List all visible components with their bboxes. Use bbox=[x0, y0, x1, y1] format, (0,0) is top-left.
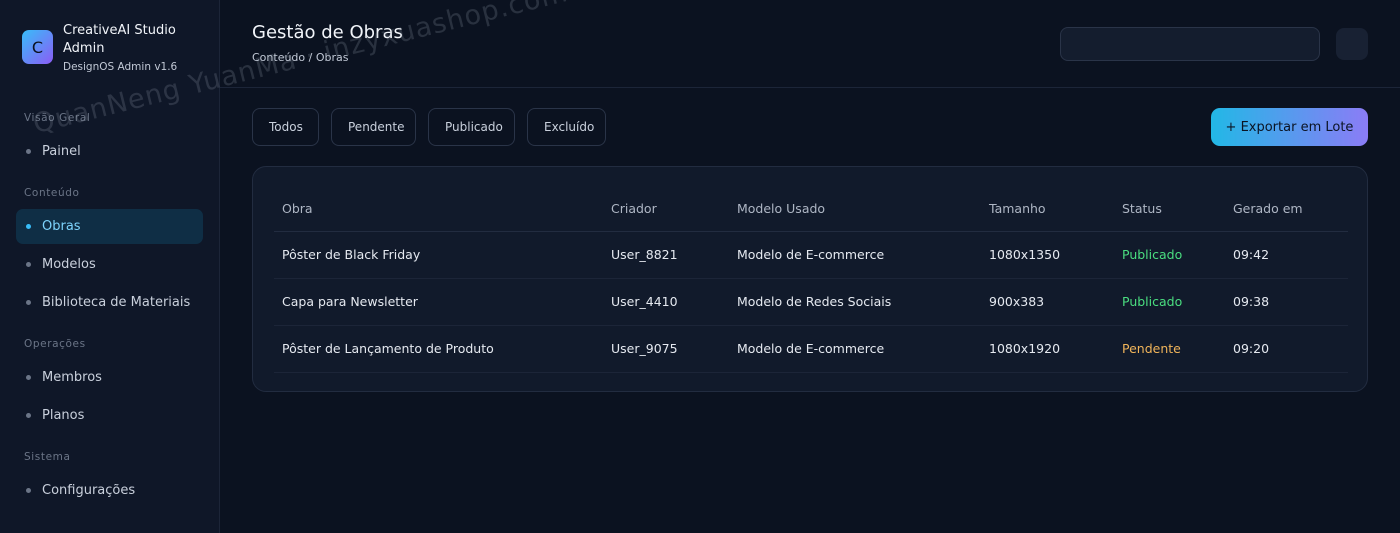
section-label-overview: Visão Geral bbox=[24, 112, 91, 124]
column-header-tamanho[interactable]: Tamanho bbox=[981, 187, 1114, 232]
sidebar-item-configuracoes[interactable]: Configurações bbox=[16, 473, 203, 508]
filter-excluido-button[interactable]: Excluído bbox=[527, 108, 606, 146]
brand: C CreativeAI Studio Admin DesignOS Admin… bbox=[22, 22, 203, 73]
filter-pendente-button[interactable]: Pendente bbox=[331, 108, 416, 146]
user-menu-button[interactable] bbox=[1336, 28, 1368, 60]
status-badge: Publicado bbox=[1114, 231, 1225, 279]
cell-modelo: Modelo de E-commerce bbox=[729, 325, 981, 373]
column-header-modelo[interactable]: Modelo Usado bbox=[729, 187, 981, 232]
column-header-gerado[interactable]: Gerado em bbox=[1225, 187, 1348, 232]
sidebar-item-label: Painel bbox=[42, 144, 81, 159]
brand-logo: C bbox=[22, 30, 53, 64]
section-label-system: Sistema bbox=[24, 451, 71, 463]
page-title: Gestão de Obras bbox=[252, 22, 403, 43]
sidebar-item-label: Obras bbox=[42, 219, 81, 234]
column-header-criador[interactable]: Criador bbox=[603, 187, 729, 232]
table-header-row: Obra Criador Modelo Usado Tamanho Status… bbox=[274, 187, 1348, 232]
cell-tamanho: 1080x1350 bbox=[981, 231, 1114, 279]
status-badge: Pendente bbox=[1114, 325, 1225, 373]
cell-modelo: Modelo de E-commerce bbox=[729, 231, 981, 279]
column-header-obra[interactable]: Obra bbox=[274, 187, 603, 232]
brand-name: CreativeAI Studio Admin bbox=[63, 23, 176, 56]
bullet-icon bbox=[26, 149, 31, 154]
cell-criador: User_4410 bbox=[603, 278, 729, 326]
cell-criador: User_9075 bbox=[603, 325, 729, 373]
sidebar-item-label: Configurações bbox=[42, 483, 136, 498]
sidebar-item-biblioteca[interactable]: Biblioteca de Materiais bbox=[16, 285, 203, 320]
search-input[interactable] bbox=[1060, 27, 1320, 61]
filter-publicado-button[interactable]: Publicado bbox=[428, 108, 515, 146]
filter-todos-button[interactable]: Todos bbox=[252, 108, 319, 146]
table-row[interactable]: Pôster de Lançamento de Produto User_907… bbox=[274, 325, 1348, 373]
sidebar-item-label: Biblioteca de Materiais bbox=[42, 295, 191, 310]
cell-gerado: 09:42 bbox=[1225, 231, 1348, 279]
cell-modelo: Modelo de Redes Sociais bbox=[729, 278, 981, 326]
column-header-status[interactable]: Status bbox=[1114, 187, 1225, 232]
brand-version: DesignOS Admin v1.6 bbox=[63, 61, 178, 73]
bullet-icon bbox=[26, 224, 31, 229]
table-row[interactable]: Pôster de Black Friday User_8821 Modelo … bbox=[274, 231, 1348, 279]
sidebar-item-membros[interactable]: Membros bbox=[16, 360, 203, 395]
cell-criador: User_8821 bbox=[603, 231, 729, 279]
cell-tamanho: 900x383 bbox=[981, 278, 1114, 326]
cell-tamanho: 1080x1920 bbox=[981, 325, 1114, 373]
sidebar-item-label: Modelos bbox=[42, 257, 96, 272]
bullet-icon bbox=[26, 262, 31, 267]
table-row[interactable]: Capa para Newsletter User_4410 Modelo de… bbox=[274, 278, 1348, 326]
sidebar-item-planos[interactable]: Planos bbox=[16, 398, 203, 433]
sidebar-item-painel[interactable]: Painel bbox=[16, 134, 203, 169]
status-badge: Publicado bbox=[1114, 278, 1225, 326]
sidebar-item-modelos[interactable]: Modelos bbox=[16, 247, 203, 282]
sidebar-item-label: Membros bbox=[42, 370, 102, 385]
sidebar: C CreativeAI Studio Admin DesignOS Admin… bbox=[0, 0, 220, 533]
cell-obra: Capa para Newsletter bbox=[274, 278, 603, 326]
bullet-icon bbox=[26, 375, 31, 380]
sidebar-item-label: Planos bbox=[42, 408, 85, 423]
cell-obra: Pôster de Lançamento de Produto bbox=[274, 325, 603, 373]
works-table: Obra Criador Modelo Usado Tamanho Status… bbox=[274, 187, 1348, 373]
breadcrumb: Conteúdo / Obras bbox=[252, 51, 349, 64]
cell-gerado: 09:38 bbox=[1225, 278, 1348, 326]
sidebar-item-obras[interactable]: Obras bbox=[16, 209, 203, 244]
bullet-icon bbox=[26, 488, 31, 493]
cell-gerado: 09:20 bbox=[1225, 325, 1348, 373]
works-table-card: Obra Criador Modelo Usado Tamanho Status… bbox=[252, 166, 1368, 392]
cell-obra: Pôster de Black Friday bbox=[274, 231, 603, 279]
bullet-icon bbox=[26, 300, 31, 305]
section-label-operations: Operações bbox=[24, 338, 86, 350]
bullet-icon bbox=[26, 413, 31, 418]
page-header: Gestão de Obras Conteúdo / Obras bbox=[220, 0, 1400, 88]
export-batch-button[interactable]: + Exportar em Lote bbox=[1211, 108, 1368, 146]
section-label-content: Conteúdo bbox=[24, 187, 80, 199]
